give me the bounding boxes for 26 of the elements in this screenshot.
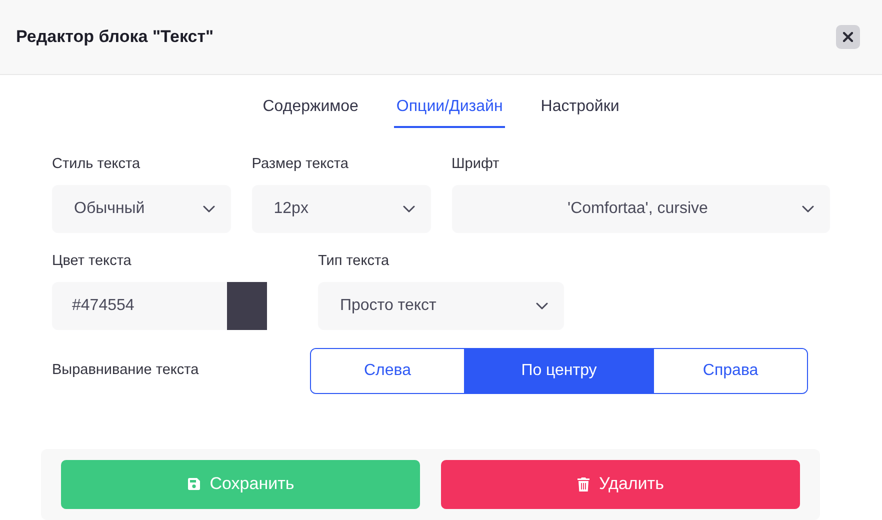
tab[interactable]: Настройки	[538, 93, 622, 128]
color-swatch[interactable]	[227, 282, 267, 330]
tab[interactable]: Содержимое	[260, 93, 360, 128]
select-field[interactable]: 'Comfortaa', cursive	[452, 184, 830, 233]
field-label: Размер текста	[252, 155, 350, 174]
select-field[interactable]: Обычный	[52, 184, 231, 233]
field-label: Цвет текста	[52, 252, 132, 271]
field-label: Тип текста	[318, 252, 390, 271]
segment-button[interactable]: Справа	[653, 348, 807, 392]
field-label: Шрифт	[452, 155, 500, 174]
close-button[interactable]	[836, 25, 860, 49]
delete-button[interactable]: Удалить	[441, 460, 800, 508]
dialog-title: Редактор блока "Текст"	[16, 26, 214, 48]
field-label: Стиль текста	[52, 155, 142, 174]
select-field[interactable]: 12px	[252, 184, 430, 233]
chevron-down-icon	[536, 302, 548, 310]
chevron-down-icon	[402, 204, 414, 213]
close-icon	[843, 32, 853, 42]
trash-icon	[577, 476, 590, 492]
color-input-field[interactable]: #474554	[52, 282, 227, 330]
select-field[interactable]: Просто текст	[318, 282, 564, 330]
tab[interactable]: Опции/Дизайн	[394, 93, 505, 128]
field-label: Выравнивание текста	[52, 360, 200, 380]
segment-button[interactable]: По центру	[464, 348, 654, 392]
chevron-down-icon	[802, 204, 814, 213]
chevron-down-icon	[202, 204, 215, 213]
